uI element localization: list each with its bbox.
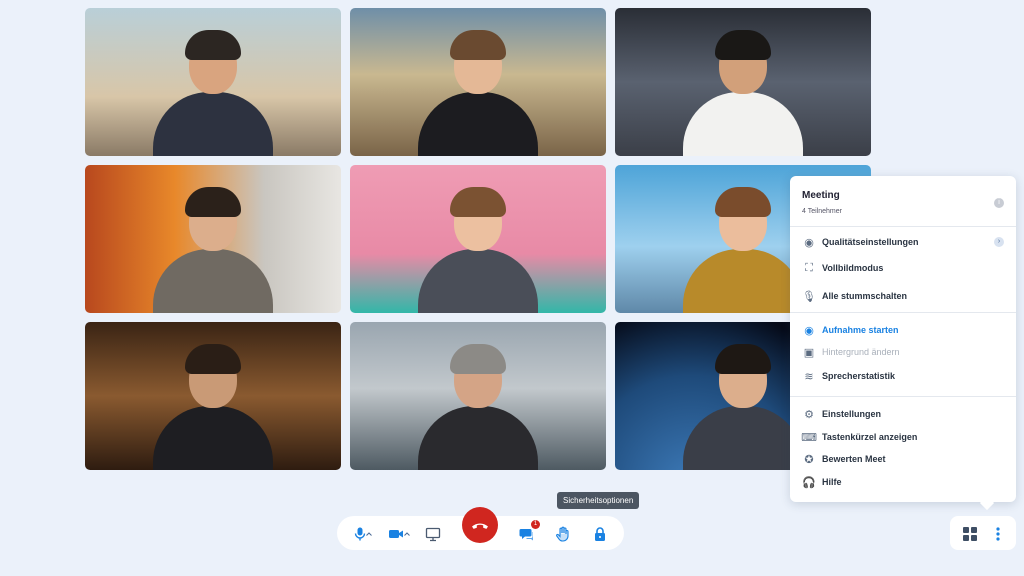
participant-hair: [185, 187, 241, 217]
participant-hair: [715, 344, 771, 374]
participant-body: [418, 92, 538, 156]
menu-item-label: Hintergrund ändern: [822, 347, 900, 357]
menu-title: Meeting: [802, 190, 840, 201]
lock-icon: [595, 527, 605, 541]
background-icon: ▣: [803, 346, 815, 359]
participant-tile[interactable]: [85, 165, 341, 313]
participant-body: [153, 92, 273, 156]
participant-video: [350, 165, 606, 313]
participant-video: [350, 8, 606, 156]
keyboard-icon: ⌨: [801, 431, 817, 444]
participant-video: [85, 8, 341, 156]
menu-item-label: Vollbildmodus: [822, 263, 884, 273]
menu-divider: [790, 226, 1016, 227]
hang-up-icon: [472, 523, 488, 529]
raise-hand-icon: [556, 526, 569, 542]
menu-item-record[interactable]: ◉ Aufnahme starten: [790, 320, 1016, 340]
participant-hair: [185, 344, 241, 374]
participant-body: [683, 406, 803, 470]
menu-item-settings[interactable]: ⚙ Einstellungen: [790, 404, 1016, 424]
menu-item-label: Alle stummschalten: [822, 291, 908, 301]
security-options-tooltip: Sicherheitsoptionen: [557, 492, 640, 509]
participant-hair: [715, 187, 771, 217]
more-vertical-icon: [996, 527, 1000, 541]
participant-video: [85, 322, 341, 470]
participant-hair: [185, 30, 241, 60]
record-icon: ◉: [804, 324, 814, 337]
participant-tile[interactable]: [350, 165, 606, 313]
participant-tile[interactable]: [350, 8, 606, 156]
menu-item-rate[interactable]: ✪ Bewerten Meet: [790, 449, 1016, 469]
view-controls: [950, 516, 1016, 550]
menu-divider: [790, 312, 1016, 313]
participant-body: [418, 406, 538, 470]
mute-all-icon: 🎙: [802, 290, 816, 303]
participant-tile[interactable]: [85, 8, 341, 156]
participant-figure: [683, 26, 803, 156]
chevron-right-icon: ›: [994, 237, 1004, 247]
participant-tile[interactable]: [615, 8, 871, 156]
menu-item-keyboard[interactable]: ⌨ Tastenkürzel anzeigen: [790, 427, 1016, 447]
participant-hair: [715, 30, 771, 60]
menu-item-label: Sprecherstatistik: [822, 371, 896, 381]
participant-video: [350, 322, 606, 470]
participant-tile[interactable]: [350, 322, 606, 470]
participant-figure: [683, 183, 803, 313]
menu-item-label: Bewerten Meet: [822, 454, 886, 464]
participant-hair: [450, 344, 506, 374]
screen-share-icon: [425, 527, 441, 542]
menu-item-help[interactable]: 🎧 Hilfe: [790, 472, 1016, 492]
participant-body: [153, 249, 273, 313]
screen-share-button[interactable]: [423, 524, 443, 544]
settings-icon: ⚙: [804, 408, 814, 421]
tile-view-button[interactable]: [960, 524, 980, 544]
menu-item-label: Hilfe: [822, 477, 842, 487]
menu-item-fullscreen[interactable]: ⛶ Vollbildmodus: [790, 258, 1016, 278]
participant-body: [153, 406, 273, 470]
quality-icon: ◉: [804, 236, 814, 249]
security-options-button[interactable]: [590, 524, 610, 544]
camera-icon: [389, 530, 403, 538]
participant-hair: [450, 187, 506, 217]
menu-item-mute-all[interactable]: 🎙 Alle stummschalten: [790, 286, 1016, 306]
help-icon: 🎧: [802, 476, 816, 489]
menu-item-label: Einstellungen: [822, 409, 882, 419]
menu-item-quality[interactable]: ◉ Qualitätseinstellungen ›: [790, 232, 1016, 252]
camera-options-chevron-icon[interactable]: [403, 530, 411, 538]
more-actions-button[interactable]: [988, 524, 1008, 544]
microphone-options-chevron-icon[interactable]: [365, 530, 373, 538]
participant-figure: [683, 340, 803, 470]
chat-unread-badge: 1: [531, 520, 540, 529]
participant-figure: [153, 183, 273, 313]
participant-figure: [418, 183, 538, 313]
participant-body: [683, 249, 803, 313]
raise-hand-button[interactable]: [553, 524, 573, 544]
participant-count: 4 Teilnehmer: [802, 208, 842, 215]
participant-figure: [153, 340, 273, 470]
participant-body: [418, 249, 538, 313]
participant-video: [615, 8, 871, 156]
menu-item-label: Qualitätseinstellungen: [822, 237, 919, 247]
participant-figure: [418, 26, 538, 156]
menu-item-label: Tastenkürzel anzeigen: [822, 432, 918, 442]
participant-figure: [153, 26, 273, 156]
participant-figure: [418, 340, 538, 470]
hang-up-button[interactable]: [462, 507, 498, 543]
grid-view-icon: [963, 527, 977, 541]
fullscreen-icon: ⛶: [805, 261, 813, 274]
more-actions-menu: Meeting 4 Teilnehmer i ◉ Qualitätseinstel…: [790, 176, 1016, 502]
participant-video: [85, 165, 341, 313]
speaker-stats-icon: ≋: [804, 370, 814, 383]
info-icon[interactable]: i: [994, 198, 1004, 208]
menu-divider: [790, 396, 1016, 397]
participant-hair: [450, 30, 506, 60]
participant-tile[interactable]: [85, 322, 341, 470]
participant-body: [683, 92, 803, 156]
menu-item-speaker-stats[interactable]: ≋ Sprecherstatistik: [790, 366, 1016, 386]
menu-item-label: Aufnahme starten: [822, 325, 899, 335]
menu-item-background[interactable]: ▣ Hintergrund ändern: [790, 342, 1016, 362]
rate-icon: ✪: [804, 453, 814, 466]
